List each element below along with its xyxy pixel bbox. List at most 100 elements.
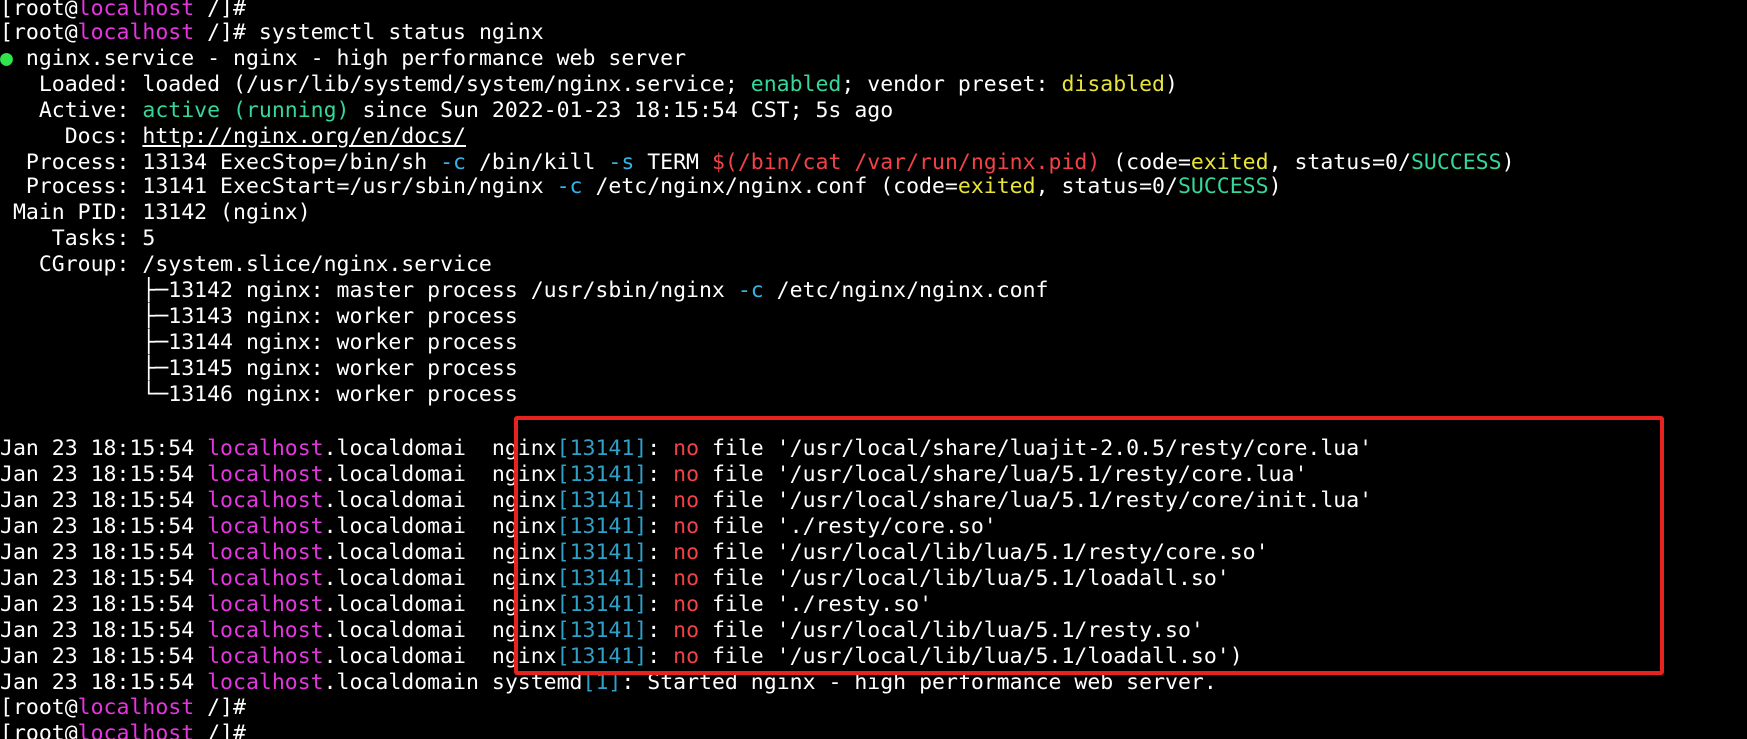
tasks-line: Tasks: 5 — [0, 226, 156, 251]
log-message: file '/usr/local/lib/lua/5.1/loadall.so' — [699, 566, 1230, 591]
log-message: file '/usr/local/lib/lua/5.1/resty/core.… — [699, 540, 1269, 565]
process-close: ) — [1268, 174, 1282, 199]
prompt-user: [root@ — [0, 695, 78, 720]
process-cmd: 13134 ExecStop=/bin/sh — [142, 150, 441, 175]
process-cmd: /bin/kill — [466, 150, 609, 175]
main-pid-line: Main PID: 13142 (nginx) — [0, 200, 311, 225]
log-line: Jan 23 18:15:54 localhost.localdomai ngi… — [0, 462, 1307, 488]
log-host: localhost — [207, 566, 324, 591]
log-no-keyword: no — [673, 618, 700, 643]
log-timestamp: Jan 23 18:15:54 — [0, 514, 208, 539]
log-process: nginx — [491, 488, 557, 513]
active-since: since Sun 2022-01-23 18:15:54 CST; 5s ag… — [349, 98, 894, 123]
docs-label: Docs: — [0, 124, 143, 149]
log-pid: [13141] — [556, 592, 648, 617]
log-timestamp: Jan 23 18:15:54 — [0, 566, 208, 591]
log-pid: [13141] — [556, 436, 648, 461]
cgroup-tree-item: ├─13142 nginx: master process /usr/sbin/… — [0, 278, 1049, 304]
log-line: Jan 23 18:15:54 localhost.localdomai ngi… — [0, 618, 1204, 644]
process-status-label: , status=0/ — [1268, 150, 1411, 175]
status-bullet-icon: ● — [0, 46, 13, 71]
docs-link[interactable]: http://nginx.org/en/docs/ — [142, 124, 466, 149]
log-host: localhost — [207, 514, 324, 539]
log-line: Jan 23 18:15:54 localhost.localdomai ngi… — [0, 592, 932, 618]
cgroup-tree-item: ├─13143 nginx: worker process — [0, 304, 518, 329]
prompt-line: [root@localhost /]# — [0, 721, 246, 739]
active-line: Active: active (running) since Sun 2022-… — [0, 98, 893, 124]
process-code-label: (code= — [1100, 150, 1191, 175]
log-process: nginx — [491, 514, 557, 539]
loaded-value: loaded (/usr/lib/systemd/system/nginx.se… — [142, 72, 751, 97]
log-host: localhost — [207, 644, 324, 669]
prompt-line: [root@localhost /]# — [0, 695, 246, 721]
log-no-keyword: no — [673, 514, 700, 539]
log-process: nginx — [491, 566, 557, 591]
prompt-path: /]# — [194, 695, 246, 720]
unit-line: ● nginx.service - nginx - high performan… — [0, 46, 686, 72]
log-process: nginx — [491, 436, 557, 461]
cgroup-tree-item: └─13146 nginx: worker process — [0, 382, 518, 407]
prompt-path: /]# — [194, 0, 246, 21]
log-process: systemd — [478, 670, 583, 695]
log-process: nginx — [491, 540, 557, 565]
log-timestamp: Jan 23 18:15:54 — [0, 670, 208, 695]
loaded-close: ) — [1165, 72, 1178, 97]
log-domain: .localdomai — [323, 592, 466, 617]
log-timestamp: Jan 23 18:15:54 — [0, 592, 208, 617]
process-close: ) — [1501, 150, 1515, 175]
tree-process-args: /etc/nginx/nginx.conf — [763, 278, 1049, 303]
success-status: SUCCESS — [1410, 150, 1502, 175]
preset-status: disabled — [1061, 72, 1165, 97]
log-pid: [13141] — [556, 644, 648, 669]
log-host: localhost — [207, 592, 324, 617]
log-domain: .localdomai — [323, 644, 466, 669]
prompt-host: localhost — [77, 695, 195, 720]
cmd-flag: -c — [556, 174, 583, 199]
log-no-keyword: no — [673, 488, 700, 513]
log-domain: .localdomai — [323, 436, 466, 461]
log-separator: : — [647, 566, 674, 591]
log-message: : Started nginx - high performance web s… — [621, 670, 1217, 695]
log-no-keyword: no — [673, 462, 700, 487]
active-label: Active: — [0, 98, 143, 123]
log-line-systemd: Jan 23 18:15:54 localhost.localdomain sy… — [0, 670, 1217, 696]
log-separator: : — [647, 592, 674, 617]
log-gap — [466, 540, 492, 565]
prompt-host: localhost — [77, 20, 195, 45]
terminal-window[interactable]: [root@localhost /]# [root@localhost /]# … — [0, 0, 1747, 739]
exit-code: exited — [957, 174, 1036, 199]
process-status-label: , status=0/ — [1035, 174, 1178, 199]
log-no-keyword: no — [673, 566, 700, 591]
log-gap — [466, 488, 492, 513]
log-pid: [13141] — [556, 566, 648, 591]
success-status: SUCCESS — [1177, 174, 1269, 199]
enabled-status: enabled — [750, 72, 842, 97]
log-message: file '/usr/local/lib/lua/5.1/resty.so' — [699, 618, 1204, 643]
log-no-keyword: no — [673, 540, 700, 565]
process-execstop-line: Process: 13134 ExecStop=/bin/sh -c /bin/… — [0, 150, 1515, 176]
unit-description: nginx.service - nginx - high performance… — [12, 46, 687, 71]
log-timestamp: Jan 23 18:15:54 — [0, 644, 208, 669]
log-timestamp: Jan 23 18:15:54 — [0, 618, 208, 643]
exit-code: exited — [1190, 150, 1269, 175]
log-host: localhost — [207, 462, 324, 487]
prompt-host: localhost — [77, 0, 195, 21]
log-message: file '/usr/local/share/lua/5.1/resty/cor… — [699, 462, 1308, 487]
loaded-line: Loaded: loaded (/usr/lib/systemd/system/… — [0, 72, 1178, 98]
log-gap — [466, 644, 492, 669]
log-host: localhost — [207, 540, 324, 565]
prompt-user: [root@ — [0, 20, 78, 45]
process-label: Process: — [0, 174, 143, 199]
log-pid: [13141] — [556, 540, 648, 565]
prompt-path: /]# — [194, 721, 246, 739]
log-domain: .localdomai — [323, 488, 466, 513]
cmd-flag: -c — [737, 278, 764, 303]
log-process: nginx — [491, 592, 557, 617]
log-no-keyword: no — [673, 644, 700, 669]
cgroup-tree-item: ├─13145 nginx: worker process — [0, 356, 518, 381]
log-gap — [466, 592, 492, 617]
log-message: file '/usr/local/lib/lua/5.1/loadall.so'… — [699, 644, 1243, 669]
log-pid: [13141] — [556, 488, 648, 513]
log-process: nginx — [491, 644, 557, 669]
log-host: localhost — [207, 618, 324, 643]
